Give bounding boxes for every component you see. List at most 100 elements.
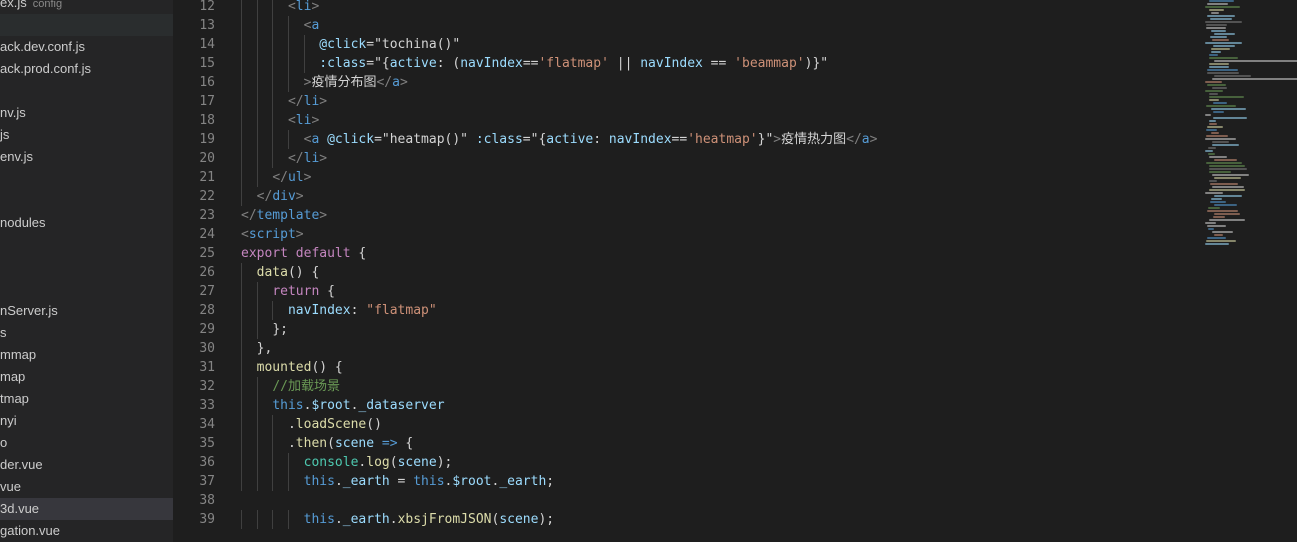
code-line[interactable]: :class="{active: (navIndex=='flatmap' ||… [241,54,877,73]
code-token: 疫情分布图 [311,75,377,90]
sidebar-file-description: config [32,0,63,10]
sidebar-file-item[interactable] [0,14,173,36]
minimap-line [1209,96,1244,98]
indent-guide [256,73,258,92]
code-line[interactable]: }, [241,339,877,358]
minimap-line [1205,192,1223,194]
code-line[interactable]: <li> [241,111,877,130]
code-line[interactable]: this._earth.xbsjFromJSON(scene); [241,510,877,529]
code-line[interactable] [241,491,877,510]
sidebar-file-item[interactable]: nv.js [0,102,173,124]
code-line[interactable]: return { [241,282,877,301]
sidebar-file-item[interactable]: ex.js config [0,0,173,14]
sidebar-file-item[interactable]: vue [0,476,173,498]
code-line[interactable]: </div> [241,187,877,206]
line-number: 30 [199,341,215,356]
code-line[interactable]: </ul> [241,168,877,187]
code-line[interactable]: @click="tochina()" [241,35,877,54]
indent-guide [241,92,242,111]
minimap-line [1212,231,1233,233]
indent-guide [272,54,274,73]
indent-guide [241,510,242,529]
code-line[interactable]: mounted() { [241,358,877,377]
sidebar-file-item[interactable] [0,168,173,190]
sidebar-file-label: o [0,435,8,450]
code-line[interactable]: <script> [241,225,877,244]
minimap[interactable] [1195,0,1297,542]
code-token: navIndex [608,132,672,147]
minimap-line [1210,183,1238,185]
code-line[interactable]: <a [241,16,877,35]
code-token: this [413,474,445,489]
code-token: @click [319,37,367,52]
code-line[interactable]: this._earth = this.$root._earth; [241,472,877,491]
sidebar-file-item[interactable]: der.vue [0,454,173,476]
minimap-line [1214,60,1297,62]
sidebar-file-item[interactable] [0,256,173,278]
code-token: scene [334,436,375,451]
sidebar-file-item[interactable]: js [0,124,173,146]
minimap-line [1211,48,1230,50]
minimap-line [1211,51,1221,53]
minimap-line [1214,213,1240,215]
code-line[interactable]: </li> [241,149,877,168]
code-token: li [303,151,320,166]
minimap-line [1212,144,1239,146]
code-token: </ [241,208,257,223]
sidebar-file-item[interactable] [0,190,173,212]
sidebar-file-item[interactable]: 3d.vue [0,498,173,520]
sidebar-file-item[interactable]: ack.prod.conf.js [0,58,173,80]
minimap-line [1209,171,1231,173]
indent-guide [241,168,242,187]
sidebar-file-item[interactable] [0,234,173,256]
code-editor[interactable]: 12 13 14 15 16 17 18 19 20 21 22 23 24 25 26 27 28 29 30 31… [173,0,1297,542]
sidebar-file-item[interactable]: env.js [0,146,173,168]
sidebar-file-item[interactable]: s [0,322,173,344]
sidebar-file-item[interactable]: mmap [0,344,173,366]
code-token: ( [327,436,335,451]
code-line[interactable]: <a @click="heatmap()" :class="{active: n… [241,130,877,149]
minimap-line [1209,99,1219,101]
sidebar-file-item[interactable]: map [0,366,173,388]
indentation [241,341,257,356]
sidebar-file-item[interactable]: tmap [0,388,173,410]
code-line[interactable]: navIndex: "flatmap" [241,301,877,320]
indent-guide [256,472,258,491]
sidebar-file-item[interactable]: o [0,432,173,454]
code-line[interactable]: .then(scene => { [241,434,877,453]
indent-guide [256,35,258,54]
code-line[interactable]: </li> [241,92,877,111]
sidebar-file-item[interactable]: nyi [0,410,173,432]
sidebar-file-item[interactable]: nServer.js [0,300,173,322]
code-line[interactable]: .loadScene() [241,415,877,434]
sidebar-file-item[interactable]: nodules [0,212,173,234]
code-line[interactable]: this.$root._dataserver [241,396,877,415]
indentation [241,265,257,280]
minimap-line [1209,57,1238,59]
sidebar-file-item[interactable]: gation.vue [0,520,173,542]
code-token: this [303,474,335,489]
code-line[interactable]: >疫情分布图</a> [241,73,877,92]
sidebar-file-item[interactable]: ack.dev.conf.js [0,36,173,58]
indentation [241,0,288,14]
minimap-line [1212,141,1229,143]
line-number: 33 [199,398,215,413]
indent-guide [303,35,305,54]
code-area[interactable]: <li> <a @click="tochina()" :class="{acti… [241,0,877,529]
sidebar-file-label: env.js [0,149,33,164]
code-line[interactable]: export default { [241,244,877,263]
code-line[interactable]: </template> [241,206,877,225]
code-line[interactable]: }; [241,320,877,339]
code-line[interactable]: <li> [241,0,877,16]
minimap-line [1214,33,1235,35]
sidebar-file-item[interactable] [0,80,173,102]
code-line[interactable]: //加载场景 [241,377,877,396]
code-line[interactable]: data() { [241,263,877,282]
code-line[interactable]: console.log(scene); [241,453,877,472]
minimap-line [1213,102,1227,104]
sidebar-file-item[interactable] [0,278,173,300]
code-token: { [350,246,367,261]
sidebar-file-label: ack.prod.conf.js [0,61,92,76]
minimap-line [1210,36,1227,38]
indent-guide [241,73,242,92]
